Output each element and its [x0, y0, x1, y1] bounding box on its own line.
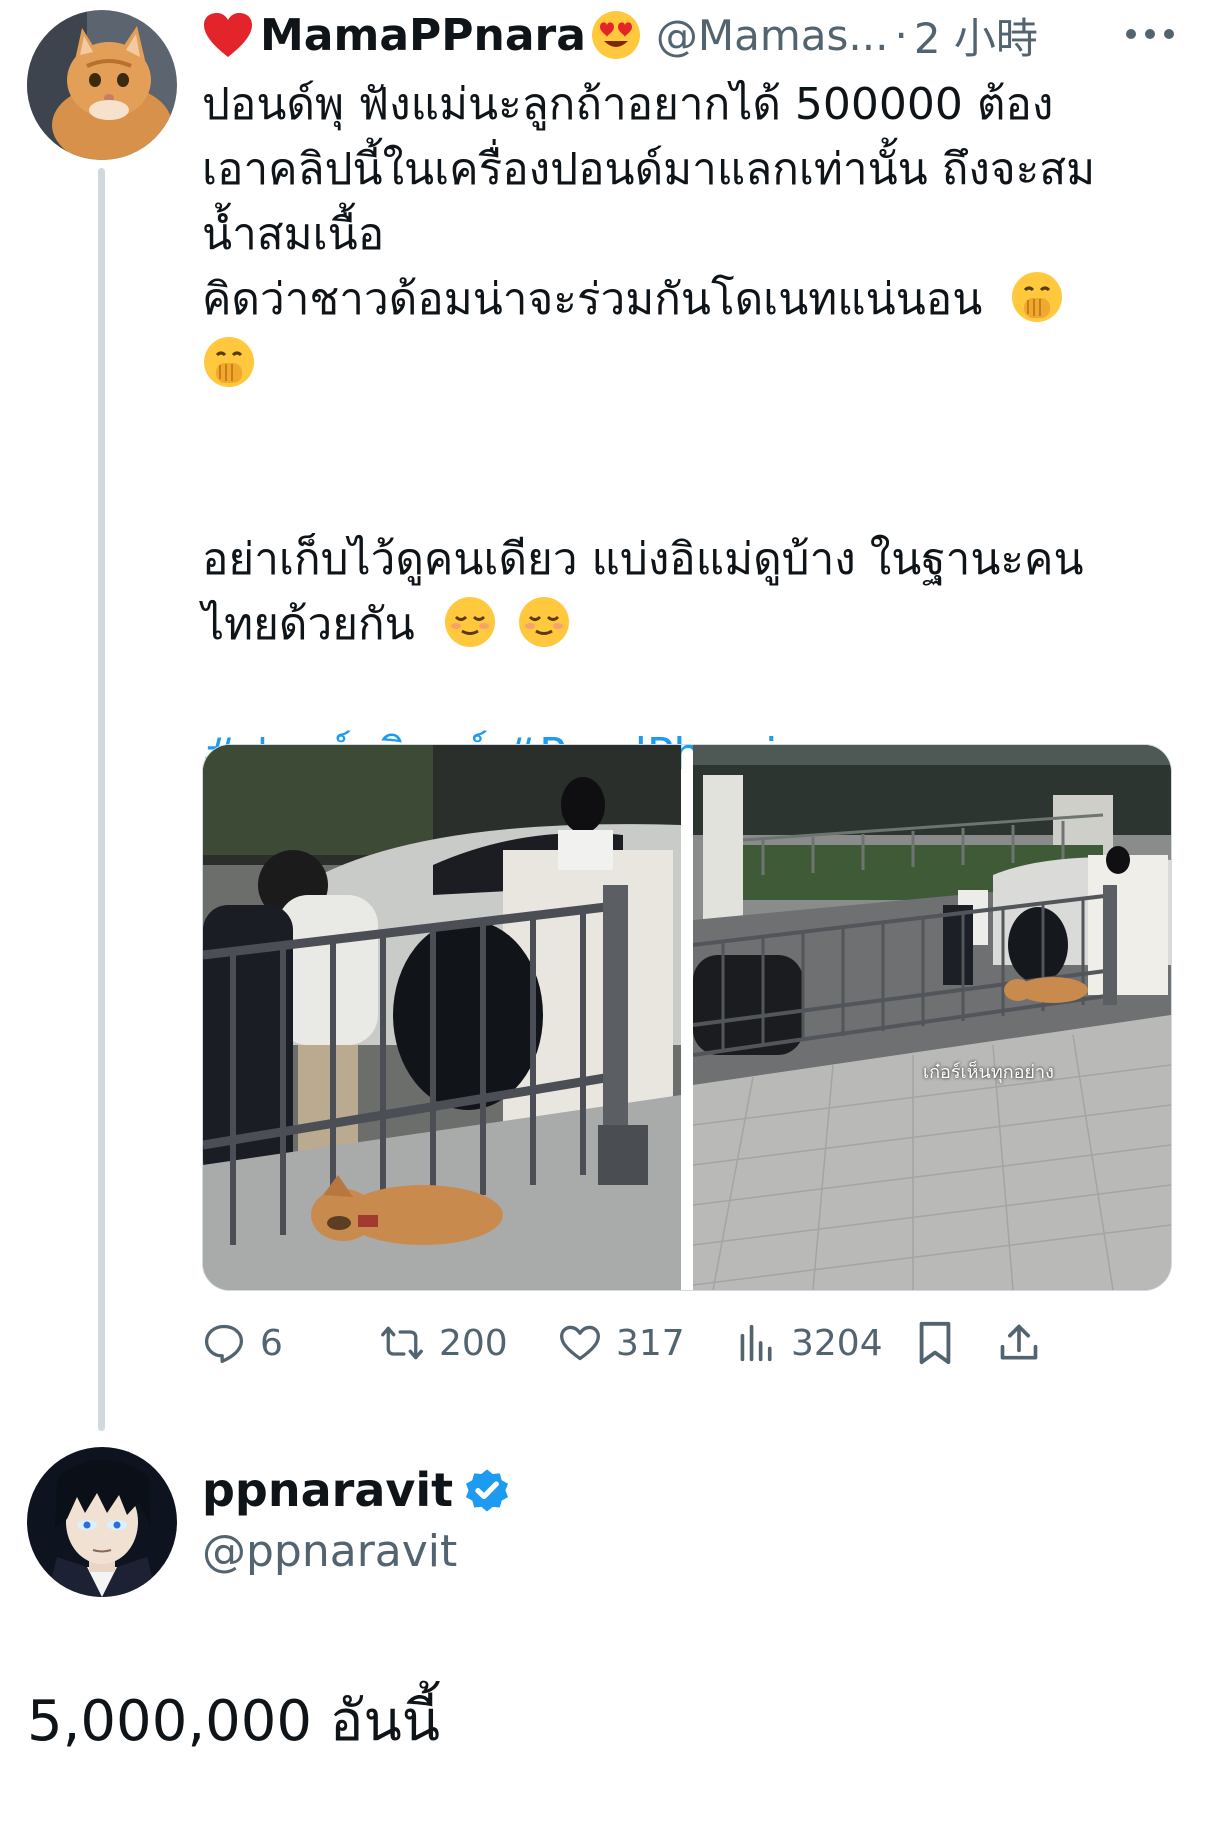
- tweet-text: ปอนด์พุ ฟังแม่นะลูกถ้าอยากได้ 500000 ต้อ…: [202, 72, 1177, 787]
- heart-eyes-emoji: [591, 11, 640, 59]
- hand-over-mouth-emoji: [1012, 272, 1063, 322]
- verified-badge-icon: [466, 1469, 509, 1512]
- bookmark-button[interactable]: [915, 1316, 969, 1370]
- tweet-header: MamaPPnara @Mamas... · 2 小時: [202, 4, 1162, 66]
- thread-connector-line: [98, 168, 105, 1431]
- like-count: 317: [616, 1322, 685, 1364]
- author-avatar[interactable]: [27, 10, 177, 160]
- views-icon: [740, 1324, 772, 1362]
- tweet-line: อย่าเก็บไว้ดูคนเดียว แบ่งอิแม่ดูบ้าง ในฐ…: [202, 534, 1084, 585]
- tweet-line: เอาคลิปนี้ในเครื่องปอนด์มาแลกเท่านั้น ถึ…: [202, 144, 1096, 195]
- retweet-button[interactable]: 200: [379, 1316, 508, 1370]
- separator-dot: ·: [894, 10, 908, 60]
- share-icon: [1000, 1324, 1038, 1360]
- tweet-line-with-emoji: คิดว่าชาวด้อมน่าจะร่วมกันโดเนทแน่นอน: [202, 267, 1177, 332]
- like-icon: [560, 1325, 600, 1361]
- reply-count: 6: [260, 1322, 283, 1364]
- retweet-icon: [381, 1326, 423, 1360]
- share-button[interactable]: [997, 1316, 1055, 1370]
- heart-emoji: [204, 13, 252, 57]
- tweet-timestamp[interactable]: 2 小時: [914, 5, 1038, 66]
- tweet-image-2[interactable]: เก๋อร์เห็นทุกอย่าง: [693, 745, 1171, 1290]
- tweet-line: น้ำสมเนื้อ: [202, 209, 385, 260]
- reply-text: 5,000,000 อันนี้: [27, 1689, 440, 1754]
- tweet-line: ปอนด์พุ ฟังแม่นะลูกถ้าอยากได้ 500000 ต้อ…: [202, 79, 1054, 130]
- reply-button[interactable]: 6: [202, 1316, 283, 1370]
- author-handle[interactable]: @Mamas...: [656, 11, 889, 60]
- tweet-line: ไทยด้วยกัน: [202, 599, 415, 650]
- emoji-line: [202, 332, 1177, 397]
- bookmark-icon: [919, 1321, 951, 1365]
- hand-over-mouth-emoji: [204, 337, 254, 387]
- retweet-count: 200: [439, 1322, 508, 1364]
- more-icon[interactable]: [1126, 14, 1174, 54]
- tweet-line: คิดว่าชาวด้อมน่าจะร่วมกันโดเนทแน่นอน: [202, 274, 983, 325]
- tweet-media-grid: เก๋อร์เห็นทุกอย่าง: [202, 744, 1172, 1291]
- reply-author-name-row: ppnaravit: [202, 1463, 513, 1517]
- like-button[interactable]: 317: [558, 1316, 685, 1370]
- relieved-emoji: [518, 597, 569, 647]
- reply-icon: [204, 1324, 244, 1363]
- author-display-name[interactable]: MamaPPnara: [260, 10, 586, 61]
- relieved-emoji: [444, 597, 495, 647]
- views-count: 3204: [791, 1322, 883, 1364]
- reply-author-avatar[interactable]: [27, 1447, 177, 1597]
- image-caption-overlay: เก๋อร์เห็นทุกอย่าง: [923, 1062, 1054, 1083]
- tweet-action-bar: 6 200 317 3204: [202, 1316, 1177, 1370]
- reply-author-display-name[interactable]: ppnaravit: [202, 1463, 453, 1517]
- views-button[interactable]: 3204: [737, 1316, 883, 1370]
- tweet-image-1[interactable]: [203, 745, 681, 1290]
- tweet-line-with-emoji: ไทยด้วยกัน: [202, 592, 1177, 657]
- reply-author-handle[interactable]: @ppnaravit: [202, 1526, 457, 1577]
